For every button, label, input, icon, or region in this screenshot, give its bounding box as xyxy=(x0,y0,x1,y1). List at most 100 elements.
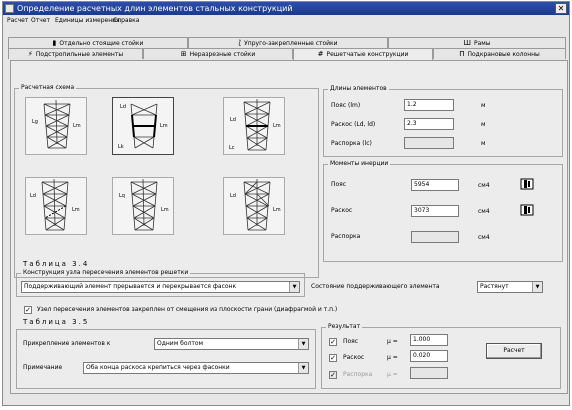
result-brace-checkbox[interactable]: ✓ xyxy=(329,354,337,362)
menu-bar: Расчет Отчет Единицы измерения Справка xyxy=(3,15,569,26)
section-picker-brace-icon[interactable] xyxy=(520,204,534,216)
frame-icon: Ш xyxy=(463,39,471,47)
inertia-strut-input[interactable] xyxy=(411,231,459,243)
scheme-2-label-b: Lm xyxy=(160,123,168,129)
window-title: Определение расчетных длин элементов ста… xyxy=(17,4,293,13)
scheme-group-label: Расчетная схема xyxy=(19,84,77,92)
calculate-button[interactable]: Расчет xyxy=(486,343,542,359)
length-chord-input[interactable]: 1.2 xyxy=(404,99,454,111)
menu-item-help[interactable]: Справка xyxy=(113,16,139,25)
title-bar[interactable]: Определение расчетных длин элементов ста… xyxy=(3,2,569,15)
tab-elastic-columns[interactable]: ⟅ Упруго-закрепленные стойки xyxy=(188,37,388,48)
scheme-2-label-c: Lk xyxy=(118,144,124,150)
result-strut-checkbox[interactable]: ✓ xyxy=(329,371,337,379)
node-construction-value: Поддерживающий элемент прерывается и пер… xyxy=(24,283,237,290)
tab-standalone-columns[interactable]: ▮ Отдельно стоящие стойки xyxy=(8,37,188,48)
result-chord-label: Пояс xyxy=(343,338,359,345)
note-value: Оба конца раскоса крепиться через фасонк… xyxy=(86,364,230,371)
attach-value: Одним болтом xyxy=(157,340,204,347)
scheme-thumb-5[interactable]: Lq Lm xyxy=(112,177,174,235)
lengths-group-label: Длины элементов xyxy=(328,85,389,93)
support-state-label: Состояние поддерживающего элемента xyxy=(311,283,440,290)
result-group-label: Результат xyxy=(326,323,363,331)
scheme-3-label-a: Ld xyxy=(230,117,236,123)
table-3-5-title: Таблица 3.5 xyxy=(23,318,90,326)
attach-select[interactable]: Одним болтом ▼ xyxy=(154,338,309,350)
inertia-chord-input[interactable]: 5954 xyxy=(411,179,459,191)
inertia-chord-label: Пояс xyxy=(331,181,347,188)
length-brace-input[interactable]: 2.3 xyxy=(404,118,454,130)
chevron-down-icon[interactable]: ▼ xyxy=(532,282,542,292)
note-label: Примечание xyxy=(23,364,63,371)
chevron-down-icon[interactable]: ▼ xyxy=(298,339,308,349)
menu-item-calc[interactable]: Расчет xyxy=(7,16,28,25)
inertia-brace-input[interactable]: 3073 xyxy=(411,205,459,217)
scheme-thumb-2[interactable]: Ld Lm Lk xyxy=(112,97,174,155)
scheme-3-label-c: Lc xyxy=(229,145,235,151)
result-chord-value[interactable]: 1.000 xyxy=(410,334,448,346)
section-picker-chord-icon[interactable] xyxy=(520,178,534,190)
length-brace-unit: м xyxy=(481,121,486,128)
length-strut-input[interactable] xyxy=(404,137,454,149)
spring-icon: ⟅ xyxy=(238,39,242,47)
table-3-4-title: Таблица 3.4 xyxy=(23,260,90,268)
lattice-icon: # xyxy=(317,50,324,58)
scheme-2-label-a: Ld xyxy=(120,104,126,110)
note-select[interactable]: Оба конца раскоса крепиться через фасонк… xyxy=(83,362,309,374)
continuous-column-icon: ⊞ xyxy=(180,50,187,58)
tab-frames[interactable]: Ш Рамы xyxy=(388,37,566,48)
scheme-3-label-b: Lm xyxy=(273,123,281,129)
node-fixed-checkbox[interactable]: ✓ xyxy=(24,306,32,314)
tab-truss-elements[interactable]: ⚡ Подстропильные элементы xyxy=(8,48,143,59)
tab-row-2: ⚡ Подстропильные элементы ⊞ Неразрезные ст… xyxy=(8,48,566,60)
result-brace-value[interactable]: 0.020 xyxy=(410,350,448,362)
result-chord-mu: μ = xyxy=(387,338,398,345)
inertia-strut-label: Распорка xyxy=(331,233,361,240)
result-strut-label: Распорка xyxy=(343,371,373,378)
inertia-chord-unit: см4 xyxy=(478,182,490,189)
column-icon: ▮ xyxy=(52,39,57,47)
tab-lattice-structures[interactable]: # Решетчатые конструкции xyxy=(293,48,433,60)
node-construction-select[interactable]: Поддерживающий элемент прерывается и пер… xyxy=(21,281,300,293)
node-fixed-label: Узел пересечения элементов закреплен от … xyxy=(37,306,338,313)
support-state-value: Растянут xyxy=(480,283,509,290)
inertia-brace-label: Раскос xyxy=(331,207,353,214)
inertia-strut-unit: см4 xyxy=(478,234,490,241)
length-strut-label: Распорка (lc) xyxy=(331,140,372,147)
tab-panel: Расчетная схема Lg Lm Ld Lm Lk Ld Lm Lc … xyxy=(10,60,568,394)
tab-continuous-columns[interactable]: ⊞ Неразрезные стойки xyxy=(143,48,293,59)
close-button[interactable]: ✕ xyxy=(555,3,567,14)
scheme-thumb-4[interactable]: Ld Lm xyxy=(25,177,87,235)
menu-item-units[interactable]: Единицы измерения xyxy=(55,16,120,25)
result-chord-checkbox[interactable]: ✓ xyxy=(329,338,337,346)
result-brace-label: Раскос xyxy=(343,354,365,361)
scheme-1-label-b: Lm xyxy=(73,123,81,129)
main-window: Определение расчетных длин элементов ста… xyxy=(2,1,570,406)
scheme-thumb-1[interactable]: Lg Lm xyxy=(25,97,87,155)
attach-label: Прикрепление элементов к xyxy=(23,340,111,347)
app-icon xyxy=(5,4,14,13)
inertia-brace-unit: см4 xyxy=(478,208,490,215)
truss-icon: ⚡ xyxy=(27,50,33,58)
chevron-down-icon[interactable]: ▼ xyxy=(298,363,308,373)
menu-item-report[interactable]: Отчет xyxy=(31,16,50,25)
node-construction-label: Конструкция узла пересечения элементов р… xyxy=(21,269,191,277)
scheme-thumb-6[interactable]: Ld Lm xyxy=(223,177,285,235)
tab-crane-columns[interactable]: Π Подкрановые колонны xyxy=(433,48,566,59)
inertia-group-label: Моменты инерции xyxy=(328,160,391,168)
length-chord-unit: м xyxy=(481,102,486,109)
scheme-5-label-a: Lq xyxy=(119,193,125,199)
length-chord-label: Пояс (lm) xyxy=(331,102,361,109)
scheme-1-label-a: Lg xyxy=(32,119,38,125)
chevron-down-icon[interactable]: ▼ xyxy=(289,282,299,292)
scheme-6-label-a: Ld xyxy=(230,193,236,199)
length-brace-label: Раскос (Ld, ld) xyxy=(331,121,376,128)
scheme-4-label-b: Lm xyxy=(72,207,80,213)
result-strut-value[interactable] xyxy=(410,367,448,379)
length-strut-unit: м xyxy=(481,140,486,147)
result-strut-mu: μ = xyxy=(387,371,398,378)
scheme-4-label-a: Ld xyxy=(30,193,36,199)
scheme-thumb-3[interactable]: Ld Lm Lc xyxy=(223,97,285,155)
result-brace-mu: μ = xyxy=(387,354,398,361)
support-state-select[interactable]: Растянут ▼ xyxy=(477,281,543,293)
